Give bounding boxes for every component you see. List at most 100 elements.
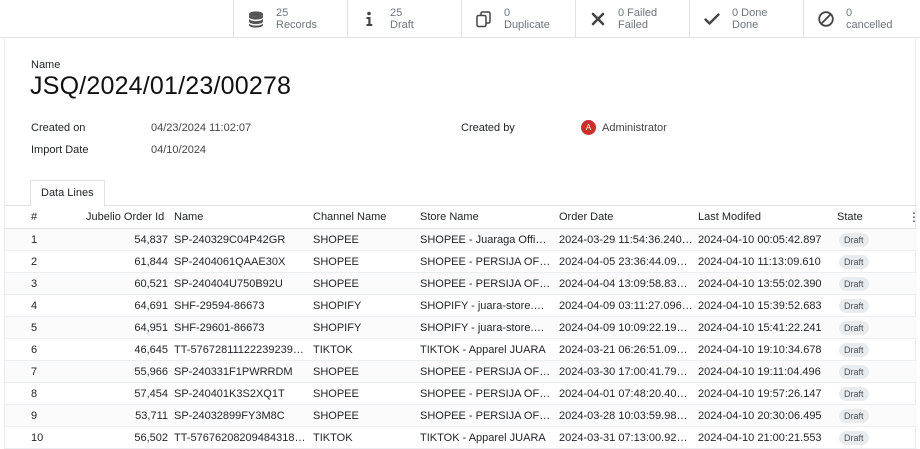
done-smart-button[interactable]: 0 Done Done — [689, 0, 803, 38]
column-options-icon[interactable]: ⋮ — [908, 210, 920, 224]
cancelled-smart-button[interactable]: 0 cancelled — [803, 0, 920, 38]
table-body: 1 54,837 SP-240329C04P42GR SHOPEE SHOPEE - J… — [5, 229, 917, 449]
order-name-cell: SP-24032899FY3M8C — [174, 410, 285, 422]
status-badge: Draft — [839, 233, 869, 247]
col-state[interactable]: State — [837, 211, 863, 223]
last-modified-cell: 2024-04-10 15:41:22.241 — [698, 322, 822, 334]
duplicate-smart-button[interactable]: 0 Duplicate — [461, 0, 575, 38]
table-row[interactable]: 8 57,454 SP-240401K3S2XQ1T SHOPEE SHOPEE - P… — [5, 383, 917, 405]
table-row[interactable]: 1 54,837 SP-240329C04P42GR SHOPEE SHOPEE - J… — [5, 229, 917, 251]
order-name-cell: TT-576762082094843180-1 — [174, 432, 306, 444]
avatar: A — [581, 120, 596, 135]
import-date-label: Import Date — [31, 144, 89, 156]
order-date-cell: 2024-03-30 17:00:41.793000 — [559, 366, 693, 378]
row-number: 10 — [31, 432, 44, 444]
duplicate-label: Duplicate — [504, 19, 550, 31]
row-number: 8 — [31, 388, 38, 400]
order-id-cell: 57,454 — [134, 388, 168, 400]
info-icon — [360, 9, 380, 29]
status-badge: Draft — [839, 365, 869, 379]
order-id-cell: 53,711 — [135, 410, 168, 422]
channel-cell: SHOPEE — [313, 388, 359, 400]
draft-count: 25 — [390, 7, 403, 19]
order-date-cell: 2024-03-28 10:03:59.982000 — [559, 410, 693, 422]
store-cell: SHOPEE - PERSIJA OFFICIAL STORE — [420, 256, 551, 268]
channel-cell: SHOPEE — [313, 256, 359, 268]
order-date-cell: 2024-04-01 07:48:20.403000 — [559, 388, 693, 400]
order-date-cell: 2024-04-05 23:36:44.093000 — [559, 256, 693, 268]
order-name-cell: SHF-29601-86673 — [174, 322, 265, 334]
created-on-value: 04/23/2024 11:02:07 — [151, 122, 252, 134]
row-number: 1 — [31, 234, 38, 246]
done-count: 0 Done — [732, 7, 768, 19]
ban-icon — [816, 9, 836, 29]
row-number: 6 — [31, 344, 38, 356]
table-row[interactable]: 2 61,844 SP-2404061QAAE30X SHOPEE SHOPEE - P… — [5, 251, 917, 273]
last-modified-cell: 2024-04-10 19:11:04.496 — [698, 366, 821, 378]
status-badge: Draft — [839, 431, 869, 445]
store-cell: TIKTOK - Apparel JUARA — [420, 432, 546, 444]
check-icon — [702, 9, 722, 29]
database-icon — [246, 9, 266, 29]
col-order-date[interactable]: Order Date — [559, 211, 613, 223]
col-number[interactable]: # — [31, 211, 37, 223]
cancelled-count: 0 — [846, 7, 853, 19]
import-date-value[interactable]: 04/10/2024 — [151, 144, 206, 156]
last-modified-cell: 2024-04-10 21:00:21.553 — [698, 432, 822, 444]
row-number: 9 — [31, 410, 38, 422]
col-channel-name[interactable]: Channel Name — [313, 211, 386, 223]
row-number: 4 — [31, 300, 38, 312]
order-date-cell: 2024-04-09 10:09:22.194000 — [559, 322, 693, 334]
col-store-name[interactable]: Store Name — [420, 211, 479, 223]
order-date-cell: 2024-04-09 03:11:27.096000 — [559, 300, 693, 312]
record-name[interactable]: JSQ/2024/01/23/00278 — [30, 72, 291, 101]
channel-cell: SHOPIFY — [313, 300, 362, 312]
order-date-cell: 2024-03-21 06:26:51.091000 — [559, 344, 693, 356]
store-cell: SHOPEE - PERSIJA OFFICIAL STORE — [420, 388, 551, 400]
table-row[interactable]: 6 46,645 TT-576728111222392396-1 TIKTOK TIKT… — [5, 339, 917, 361]
tab-data-lines[interactable]: Data Lines — [30, 180, 105, 207]
duplicate-count: 0 — [504, 7, 511, 19]
channel-cell: SHOPEE — [313, 366, 359, 378]
cancelled-label: cancelled — [846, 19, 893, 31]
last-modified-cell: 2024-04-10 00:05:42.897 — [698, 234, 822, 246]
table-row[interactable]: 9 53,711 SP-24032899FY3M8C SHOPEE SHOPEE - P… — [5, 405, 917, 427]
created-by-value[interactable]: Administrator — [602, 122, 667, 134]
last-modified-cell: 2024-04-10 19:57:26.147 — [698, 388, 822, 400]
col-jubelio-order-id[interactable]: Jubelio Order Id — [86, 211, 164, 223]
row-number: 5 — [31, 322, 38, 334]
form-sheet: Name JSQ/2024/01/23/00278 Created on 04/… — [4, 39, 920, 449]
order-date-cell: 2024-03-29 11:54:36.240000 — [559, 234, 693, 246]
smart-buttons-bar: 25 Records 25 Draft 0 Duplicate 0 Failed Fai… — [0, 0, 920, 38]
table-row[interactable]: 4 64,691 SHF-29594-86673 SHOPIFY SHOPIFY - j… — [5, 295, 917, 317]
col-last-modified[interactable]: Last Modifed — [698, 211, 761, 223]
records-smart-button[interactable]: 25 Records — [233, 0, 347, 38]
channel-cell: TIKTOK — [313, 344, 353, 356]
table-row[interactable]: 3 60,521 SP-240404U750B92U SHOPEE SHOPEE - P… — [5, 273, 917, 295]
created-by-label: Created by — [461, 122, 515, 134]
col-name[interactable]: Name — [174, 211, 203, 223]
order-name-cell: SP-240329C04P42GR — [174, 234, 286, 246]
store-cell: SHOPIFY - juara-store.myshopify.com — [420, 300, 551, 312]
last-modified-cell: 2024-04-10 19:10:34.678 — [698, 344, 822, 356]
done-label: Done — [732, 19, 759, 31]
order-date-cell: 2024-04-04 13:09:58.832000 — [559, 278, 693, 290]
order-name-cell: SP-240404U750B92U — [174, 278, 283, 290]
store-cell: SHOPEE - PERSIJA OFFICIAL STORE — [420, 278, 551, 290]
table-row[interactable]: 7 55,966 SP-240331F1PWRRDM SHOPEE SHOPEE - P… — [5, 361, 917, 383]
draft-smart-button[interactable]: 25 Draft — [347, 0, 461, 38]
order-id-cell: 55,966 — [134, 366, 168, 378]
table-header: # Jubelio Order Id Name Channel Name Sto… — [5, 206, 920, 229]
store-cell: SHOPEE - Juaraga Official Store — [420, 234, 551, 246]
failed-smart-button[interactable]: 0 Failed Failed — [575, 0, 689, 38]
order-name-cell: SP-2404061QAAE30X — [174, 256, 286, 268]
table-row[interactable]: 10 56,502 TT-576762082094843180-1 TIKTOK TIK… — [5, 427, 917, 449]
order-name-cell: SHF-29594-86673 — [174, 300, 265, 312]
row-number: 7 — [31, 366, 38, 378]
status-badge: Draft — [839, 255, 869, 269]
copy-icon — [474, 9, 494, 29]
order-id-cell: 60,521 — [134, 278, 168, 290]
table-row[interactable]: 5 64,951 SHF-29601-86673 SHOPIFY SHOPIFY - j… — [5, 317, 917, 339]
row-number: 3 — [31, 278, 38, 290]
channel-cell: SHOPEE — [313, 410, 359, 422]
